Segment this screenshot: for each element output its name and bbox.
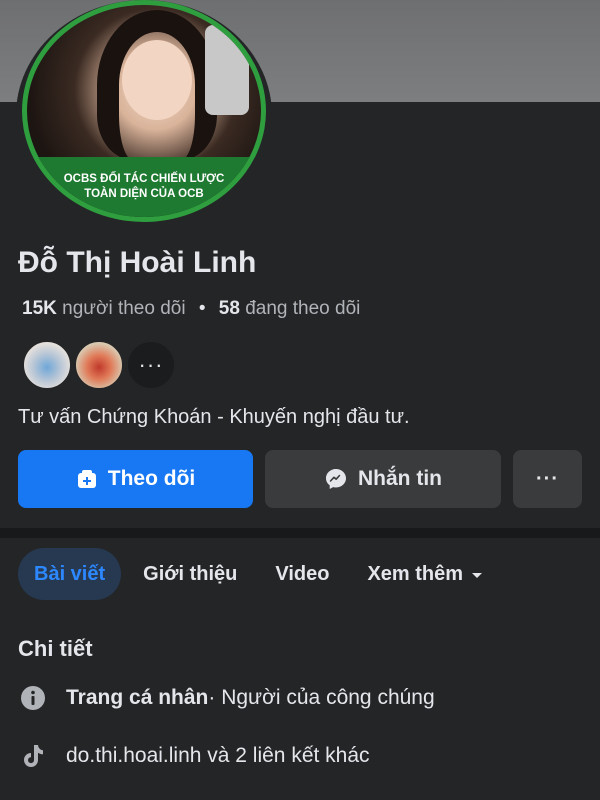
section-divider [0,528,600,538]
friends-more[interactable]: ··· [126,340,176,390]
profile-bio: Tư vấn Chứng Khoán - Khuyến nghị đầu tư. [18,406,410,428]
stats-separator: • [198,298,206,319]
links-text[interactable]: do.thi.hoai.linh và 2 liên kết khác [66,744,370,768]
details-links[interactable]: do.thi.hoai.linh và 2 liên kết khác [18,741,370,771]
avatar-face [122,40,192,120]
avatar-badge-line2: TOÀN DIỆN CỦA OCB [84,188,204,200]
profile-avatar[interactable]: OCBS ĐỐI TÁC CHIẾN LƯỢC TOÀN DIỆN CỦA OC… [22,0,266,222]
info-icon [18,683,48,713]
following-label: đang theo dõi [245,298,361,319]
tab-posts[interactable]: Bài viết [18,548,122,600]
followers-label: người theo dõi [62,298,186,319]
message-button[interactable]: Nhắn tin [265,450,501,508]
tab-see-more[interactable]: Xem thêm [351,548,499,600]
tab-video[interactable]: Video [259,548,345,600]
details-title: Chi tiết [18,636,93,661]
tab-see-more-label: Xem thêm [367,562,464,585]
friend-avatar[interactable] [74,340,124,390]
more-icon: ··· [536,467,559,490]
page-type-bold: Trang cá nhân [66,686,209,709]
profile-name: Đỗ Thị Hoài Linh [18,246,257,279]
tiktok-icon [18,741,48,771]
follow-button[interactable]: Theo dõi [18,450,253,508]
follow-stats[interactable]: 15K người theo dõi • 58 đang theo dõi [22,298,360,320]
avatar-badge: OCBS ĐỐI TÁC CHIẾN LƯỢC TOÀN DIỆN CỦA OC… [27,157,261,217]
followers-count: 15K [22,298,57,319]
messenger-icon [324,467,348,491]
tab-posts-label: Bài viết [34,562,106,585]
friends-more-dots: ··· [138,352,164,377]
avatar-badge-line1: OCBS ĐỐI TÁC CHIẾN LƯỢC [63,173,225,185]
tab-about-label: Giới thiệu [143,562,238,585]
profile-tabs: Bài viết Giới thiệu Video Xem thêm [18,548,505,600]
page-type-rest: · Người của công chúng [208,686,435,709]
more-options-button[interactable]: ··· [513,450,582,508]
follow-button-label: Theo dõi [107,467,196,490]
follow-icon [76,468,98,490]
tab-about[interactable]: Giới thiệu [127,548,253,600]
friend-avatar[interactable] [22,340,72,390]
message-button-label: Nhắn tin [358,467,442,490]
caret-down-icon [471,563,483,586]
friends-avatars[interactable]: ··· [22,340,178,390]
avatar-phone [205,25,249,115]
tab-video-label: Video [275,562,330,585]
details-page-type: Trang cá nhân · Người của công chúng [18,683,435,713]
following-count: 58 [218,298,240,319]
